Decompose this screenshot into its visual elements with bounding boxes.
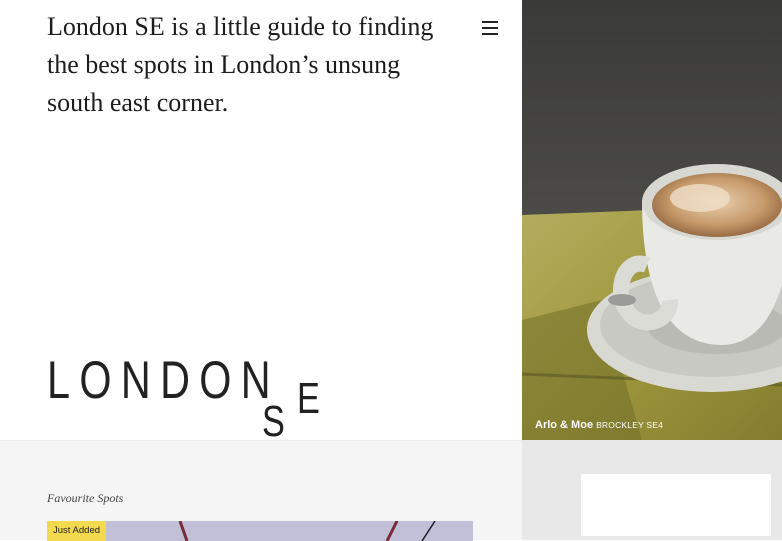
coffee-cup-image [522,0,782,440]
spot-card[interactable]: Just Added [47,521,473,541]
london-se-logo[interactable]: LONDON S E [47,352,347,440]
ad-card[interactable] [581,474,771,536]
hero-section: London SE is a little guide to finding t… [0,0,522,440]
place-area: BROCKLEY SE4 [596,420,664,430]
hamburger-menu-icon[interactable] [480,19,500,37]
section-heading: Favourite Spots [47,491,124,505]
logo-letter-e: E [297,374,320,423]
just-added-badge: Just Added [47,521,107,541]
lower-right-panel [522,440,782,540]
place-name: Arlo & Moe [535,419,594,431]
featured-photo[interactable]: Arlo & Moe BROCKLEY SE4 [522,0,782,440]
logo-letter-s: S [262,397,285,441]
intro-tagline: London SE is a little guide to finding t… [47,12,434,117]
spot-image [47,521,473,541]
photo-caption[interactable]: Arlo & Moe BROCKLEY SE4 [535,415,663,433]
logo-word-london: LONDON [47,352,281,410]
